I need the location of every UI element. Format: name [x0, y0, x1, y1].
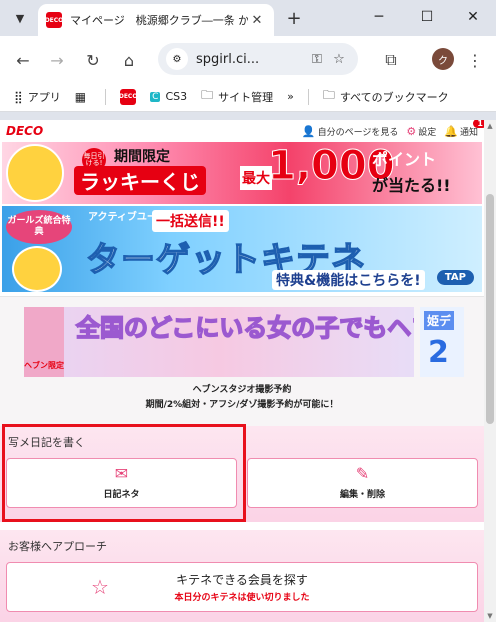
tab-title: マイページ 桃源郷クラブ―一条 かく: [70, 14, 248, 27]
secondary-banner-tag: 姫デ: [424, 311, 455, 330]
bookmark-all[interactable]: 🗀 すべてのブックマーク: [323, 86, 449, 107]
find-members-label: キテネできる会員を探す: [176, 573, 308, 587]
photo-diary-section: 写メ日記を書く ✉ 日記ネタ ✎ 編集・削除: [0, 426, 484, 522]
character-illustration: [12, 246, 62, 292]
bell-icon: 🔔: [444, 124, 458, 138]
win-text: が当たる!!: [372, 176, 451, 195]
secondary-banner[interactable]: 姫デ 2: [420, 307, 464, 377]
studio-caption: ヘブンスタジオ撮影予約: [192, 385, 292, 395]
girls-bonus-tag: ガールズ統合特典: [6, 210, 72, 244]
bookmark-apps[interactable]: ⣿ アプリ: [14, 89, 61, 105]
edit-delete-button[interactable]: ✎ 編集・削除: [247, 458, 478, 508]
message-icon: ✉: [114, 464, 129, 483]
bookmark-label: CS3: [165, 90, 188, 103]
maximize-button[interactable]: ☐: [404, 0, 450, 34]
deco-favicon: DECO: [45, 12, 63, 28]
user-icon: 👤: [301, 124, 316, 138]
deco-logo[interactable]: DECO: [6, 124, 43, 138]
bookmarks-bar: ⣿ アプリ ▦ DECO C CS3 🗀 サイト管理 » 🗀 すべてのブックマーク: [0, 82, 496, 112]
bookmark-star-icon[interactable]: ☆: [328, 52, 350, 67]
star-icon: ☆: [91, 575, 109, 599]
edit-delete-label: 編集・削除: [339, 490, 385, 500]
browser-chrome: ▼ DECO マイページ 桃源郷クラブ―一条 かく ✕ + ─ ☐ ✕ ← → …: [0, 0, 496, 120]
tab-close-icon[interactable]: ✕: [248, 13, 266, 28]
active-tab[interactable]: DECO マイページ 桃源郷クラブ―一条 かく ✕: [38, 4, 274, 36]
bulk-send-text: 一括送信!!: [152, 210, 229, 232]
grid-icon: ▦: [74, 89, 87, 104]
settings-link[interactable]: ⚙ 設定: [406, 125, 436, 138]
cs3-icon: C: [150, 91, 161, 102]
gear-icon: ⚙: [406, 124, 417, 138]
bookmark-label: サイト管理: [218, 90, 274, 104]
url-text: spgirl.ci...: [196, 51, 260, 67]
edit-icon: ✎: [355, 464, 370, 483]
diary-topic-button[interactable]: ✉ 日記ネタ: [6, 458, 237, 508]
deco-favicon: DECO: [119, 88, 137, 105]
close-window-button[interactable]: ✕: [450, 0, 496, 34]
lucky-draw-banner[interactable]: 毎日引ける! 期間限定 ラッキーくじ 最大 1,000 ポイント が当たる!!: [2, 142, 482, 204]
studio-caption-sub: 期間/2%組対・アフシ/ダゾ撮影予約が可能に！: [145, 400, 339, 410]
feature-text: 特典&機能はこちらを!: [272, 270, 425, 290]
bookmark-label: すべてのブックマーク: [339, 90, 449, 104]
extensions-icon[interactable]: ⧉: [378, 47, 404, 73]
scroll-down-arrow[interactable]: ▼: [484, 610, 496, 622]
secondary-banner-number: 2: [428, 335, 449, 370]
bookmark-separator: [105, 88, 107, 105]
approach-section-title: お客様へアプローチ: [8, 540, 107, 553]
bookmark-label: アプリ: [27, 90, 61, 104]
heaven-studio-banner[interactable]: ヘブン限定 全国のどこにいる女の子でもヘブンスタジオが無料で使える: [24, 307, 414, 377]
my-page-link[interactable]: 👤 自分のページを見る: [302, 125, 399, 138]
scroll-up-arrow[interactable]: ▲: [484, 120, 496, 132]
page-scrollbar[interactable]: ▲ ▼: [484, 120, 496, 622]
folder-icon: 🗀: [201, 88, 214, 102]
home-button[interactable]: ⌂: [116, 47, 142, 73]
bookmark-grid[interactable]: ▦: [75, 90, 91, 104]
studio-banner-text: 全国のどこにいる女の子でもヘブンスタジオが無料で使える: [75, 313, 414, 343]
bookmark-site-admin[interactable]: 🗀 サイト管理: [201, 86, 273, 107]
tab-bar: ▼ DECO マイページ 桃源郷クラブ―一条 かく ✕ + ─ ☐ ✕: [0, 0, 496, 36]
tab-search-button[interactable]: ▼: [8, 6, 32, 30]
profile-avatar[interactable]: ク: [432, 48, 454, 70]
minimize-button[interactable]: ─: [356, 0, 402, 34]
find-members-button[interactable]: ☆ キテネできる会員を探す 本日分のキテネは使い切りました: [6, 562, 478, 612]
new-tab-button[interactable]: +: [282, 6, 306, 30]
character-illustration: [6, 144, 64, 202]
points-text: ポイント: [372, 150, 437, 169]
key-icon[interactable]: ⚿: [306, 52, 328, 67]
my-page-label: 自分のページを見る: [317, 127, 399, 138]
diary-section-title: 写メ日記を書く: [8, 436, 85, 449]
site-header: DECO 👤 自分のページを見る ⚙ 設定 🔔 通知 1: [0, 120, 484, 142]
heaven-limited-tag: ヘブン限定: [24, 307, 64, 377]
bookmark-deco[interactable]: DECO: [119, 88, 137, 105]
back-button[interactable]: ←: [10, 47, 36, 73]
lucky-draw-title: ラッキーくじ: [74, 166, 206, 195]
notice-link[interactable]: 🔔 通知 1: [444, 120, 484, 138]
menu-icon[interactable]: ⋮: [462, 47, 488, 73]
site-info-icon[interactable]: ⚙: [166, 48, 188, 70]
apps-grid-icon: ⣿: [14, 89, 23, 104]
customer-approach-section: お客様へアプローチ ☆ キテネできる会員を探す 本日分のキテネは使い切りました: [0, 530, 484, 622]
folder-icon: 🗀: [322, 88, 335, 102]
scroll-thumb[interactable]: [486, 194, 494, 424]
forward-button[interactable]: →: [44, 47, 70, 73]
notice-badge: 1: [473, 120, 484, 128]
address-bar[interactable]: ⚙ spgirl.ci... ⚿ ☆: [158, 43, 358, 75]
bookmark-separator: [307, 88, 309, 105]
header-links: 👤 自分のページを見る ⚙ 設定 🔔 通知 1: [294, 120, 484, 138]
limited-text: 期間限定: [114, 149, 170, 165]
diary-button-row: ✉ 日記ネタ ✎ 編集・削除: [0, 450, 484, 508]
kitene-used-note: 本日分のキテネは使い切りました: [174, 593, 310, 603]
bookmark-more[interactable]: »: [287, 90, 294, 103]
settings-label: 設定: [418, 127, 437, 138]
reload-button[interactable]: ↻: [80, 47, 106, 73]
target-kitene-banner[interactable]: ガールズ統合特典 アクティブユーザに 一括送信!! ターゲットキテネ 特典&機能…: [2, 206, 482, 292]
studio-banner-section: ヘブン限定 全国のどこにいる女の子でもヘブンスタジオが無料で使える 姫デ 2 ヘ…: [0, 296, 484, 436]
diary-topic-label: 日記ネタ: [103, 490, 140, 500]
toolbar: ← → ↻ ⌂ ⚙ spgirl.ci... ⚿ ☆ ⧉ ⋮: [0, 36, 496, 82]
bookmark-cs3[interactable]: C CS3: [150, 90, 187, 103]
tap-badge: TAP: [436, 270, 474, 285]
